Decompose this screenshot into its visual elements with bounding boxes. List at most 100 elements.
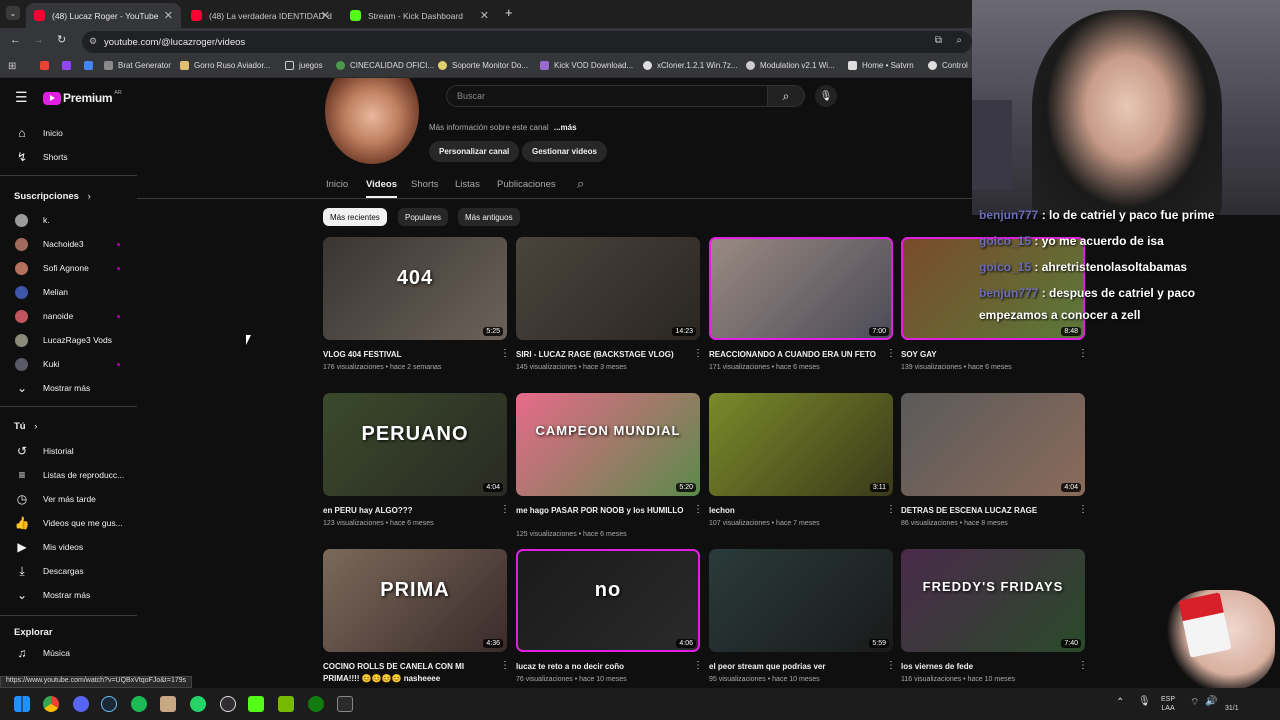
steam-icon[interactable] — [101, 696, 117, 712]
video-title[interactable]: DETRAS DE ESCENA LUCAZ RAGE — [901, 505, 1071, 517]
video-title[interactable]: en PERU hay ALGO??? — [323, 505, 493, 517]
tab-youtube-2[interactable]: (48) La verdadera IDENTIDAD d ✕ — [183, 3, 338, 28]
video-card[interactable]: PERUANO 4:04 en PERU hay ALGO??? 123 visual… — [323, 393, 510, 533]
video-thumbnail[interactable]: no 4:06 — [516, 549, 700, 652]
more-options-icon[interactable]: ⋮ — [693, 504, 703, 515]
back-icon[interactable]: ← — [10, 34, 21, 46]
tab-shorts[interactable]: Shorts — [411, 179, 438, 190]
app-icon[interactable] — [160, 696, 176, 712]
sidebar-item-shorts[interactable]: ↯ Shorts — [0, 145, 137, 169]
url-input[interactable]: ⚙ youtube.com/@lucazroger/videos ⧉ ⌕ — [82, 31, 972, 53]
bookmark-item[interactable]: Soporte Monitor Do... — [438, 61, 528, 70]
obs-icon[interactable] — [220, 696, 236, 712]
more-options-icon[interactable]: ⋮ — [886, 660, 896, 671]
windows-start-icon[interactable] — [14, 696, 30, 712]
subscription-item[interactable]: LucazRage3 Vods — [0, 328, 137, 352]
bookmark-item[interactable]: Gorro Ruso Aviador... — [180, 61, 270, 70]
video-card[interactable]: FREDDY'S FRIDAYS 7:40 los viernes de fede 1… — [901, 549, 1088, 686]
wifi-icon[interactable]: ⌔ — [1190, 696, 1199, 709]
clock-date[interactable]: 31/1 — [1225, 705, 1239, 712]
more-options-icon[interactable]: ⋮ — [693, 660, 703, 671]
tab-videos[interactable]: Videos — [366, 179, 397, 190]
video-thumbnail[interactable]: PERUANO 4:04 — [323, 393, 507, 496]
video-thumbnail[interactable]: 3:11 — [709, 393, 893, 496]
video-title[interactable]: los viernes de fede — [901, 661, 1071, 673]
search-button[interactable]: ⌕ — [767, 85, 805, 107]
whatsapp-icon[interactable] — [190, 696, 206, 712]
close-tab-icon[interactable]: ✕ — [480, 9, 489, 22]
more-options-icon[interactable]: ⋮ — [693, 348, 703, 359]
more-options-icon[interactable]: ⋮ — [500, 504, 510, 515]
new-tab-button[interactable]: + — [505, 5, 513, 20]
sidebar-item-download[interactable]: ⤓ Descargas — [0, 559, 137, 583]
sidebar-item-clock[interactable]: ◷ Ver más tarde — [0, 487, 137, 511]
sidebar-item-playlist[interactable]: ≡ Listas de reproducc... — [0, 463, 137, 487]
volume-icon[interactable]: 🔊 — [1205, 696, 1217, 707]
tab-publicaciones[interactable]: Publicaciones — [497, 179, 556, 190]
chrome-icon[interactable] — [43, 696, 59, 712]
more-options-icon[interactable]: ⋮ — [1078, 348, 1088, 359]
video-title[interactable]: me hago PASAR POR NOOB y los HUMILLO — [516, 505, 686, 517]
bookmark-item[interactable]: Home • Satvrn — [848, 61, 914, 70]
customize-channel-button[interactable]: Personalizar canal — [429, 141, 520, 162]
close-tab-icon[interactable]: ✕ — [164, 9, 173, 22]
spotify-icon[interactable] — [131, 696, 147, 712]
xbox-icon[interactable] — [308, 696, 324, 712]
video-thumbnail[interactable]: 7:00 — [709, 237, 893, 340]
bookmark-item[interactable]: Brat Generator — [104, 61, 171, 70]
subscription-item[interactable]: Kuki — [0, 352, 137, 376]
language-indicator[interactable]: ESP LAA — [1161, 695, 1175, 713]
video-card[interactable]: 3:11 lechon 107 visualizaciones • hace 7 m… — [709, 393, 896, 533]
video-title[interactable]: COCINO ROLLS DE CANELA CON MI PRIMA!!!! … — [323, 661, 493, 685]
sidebar-item-chevron-down[interactable]: ⌄ Mostrar más — [0, 583, 137, 607]
more-options-icon[interactable]: ⋮ — [500, 660, 510, 671]
bookmark-item[interactable]: Control — [928, 61, 968, 70]
video-card[interactable]: 404 5:25 VLOG 404 FESTIVAL 176 visualizacio… — [323, 237, 510, 377]
manage-videos-button[interactable]: Gestionar videos — [522, 141, 607, 162]
video-card[interactable]: PRIMA 4:36 COCINO ROLLS DE CANELA CON MI P… — [323, 549, 510, 686]
more-options-icon[interactable]: ⋮ — [886, 348, 896, 359]
forward-icon[interactable]: → — [33, 34, 44, 46]
bookmark-item[interactable]: CINECALIDAD OFICI... — [336, 61, 434, 70]
video-thumbnail[interactable]: PRIMA 4:36 — [323, 549, 507, 652]
video-card[interactable]: 4:04 DETRAS DE ESCENA LUCAZ RAGE 86 visual… — [901, 393, 1088, 533]
channel-search-icon[interactable]: ⌕ — [577, 176, 584, 192]
you-header[interactable]: Tú › — [14, 421, 37, 432]
sidebar-item-video[interactable]: ▶ Mis videos — [0, 535, 137, 559]
youtube-logo[interactable]: Premium AR — [43, 90, 122, 105]
menu-icon[interactable]: ☰ — [15, 89, 28, 106]
more-options-icon[interactable]: ⋮ — [1078, 504, 1088, 515]
sidebar-show-more[interactable]: ⌄ Mostrar más — [0, 376, 137, 400]
subscription-item[interactable]: Melian — [0, 280, 137, 304]
bookmark-item[interactable]: Modulation v2.1 Wi... — [746, 61, 835, 70]
video-thumbnail[interactable]: 4:04 — [901, 393, 1085, 496]
more-options-icon[interactable]: ⋮ — [500, 348, 510, 359]
tab-kick[interactable]: Stream - Kick Dashboard ✕ — [342, 3, 497, 28]
search-input[interactable]: Buscar — [446, 85, 768, 107]
video-title[interactable]: SIRI - LUCAZ RAGE (BACKSTAGE VLOG) — [516, 349, 686, 361]
tab-inicio[interactable]: Inicio — [326, 179, 348, 190]
video-title[interactable]: REACCIONANDO A CUANDO ERA UN FETO — [709, 349, 879, 361]
video-card[interactable]: 14:23 SIRI - LUCAZ RAGE (BACKSTAGE VLOG) 1… — [516, 237, 703, 377]
video-card[interactable]: CAMPEON MUNDIAL 5:20 me hago PASAR POR NOO… — [516, 393, 703, 538]
subscription-item[interactable]: Nachoide3 — [0, 232, 137, 256]
subscription-item[interactable]: Sofi Agnone — [0, 256, 137, 280]
site-info-icon[interactable]: ⚙ — [89, 36, 97, 47]
chip-mas-recientes[interactable]: Más recientes — [323, 208, 387, 226]
sidebar-item-musica[interactable]: ♫ Música — [0, 641, 137, 665]
video-title[interactable]: SOY GAY — [901, 349, 1071, 361]
sidebar-item-inicio[interactable]: ⌂ Inicio — [0, 121, 137, 145]
video-thumbnail[interactable]: CAMPEON MUNDIAL 5:20 — [516, 393, 700, 496]
zoom-icon[interactable]: ⌕ — [956, 35, 962, 46]
gmail-icon[interactable] — [40, 61, 49, 70]
video-card[interactable]: no 4:06 lucaz te reto a no decir coño 76 vi… — [516, 549, 703, 686]
video-card[interactable]: 7:00 REACCIONANDO A CUANDO ERA UN FETO 171… — [709, 237, 896, 377]
subscriptions-header[interactable]: Suscripciones › — [14, 191, 91, 202]
subscription-item[interactable]: k. — [0, 208, 137, 232]
video-thumbnail[interactable]: FREDDY'S FRIDAYS 7:40 — [901, 549, 1085, 652]
bookmark-icon[interactable] — [84, 61, 93, 70]
epic-games-icon[interactable] — [337, 696, 353, 712]
video-title[interactable]: lucaz te reto a no decir coño — [516, 661, 686, 673]
bookmark-item[interactable]: xCloner.1.2.1 Win.7z... — [643, 61, 737, 70]
sidebar-item-thumbs-up[interactable]: 👍 Videos que me gus... — [0, 511, 137, 535]
